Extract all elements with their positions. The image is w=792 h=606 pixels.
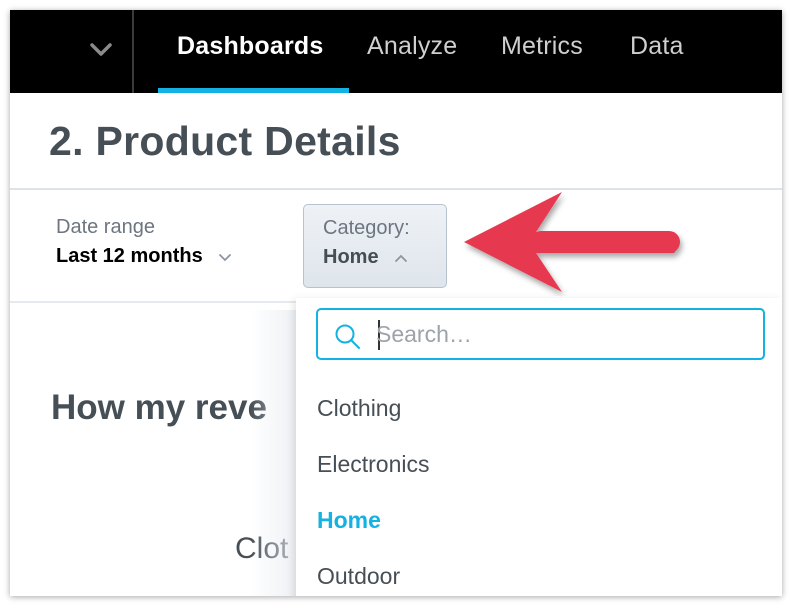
search-input[interactable] xyxy=(376,318,746,350)
widget-title: How my reve xyxy=(51,388,267,427)
search-icon xyxy=(335,324,360,349)
nav-tab-data[interactable]: Data xyxy=(630,32,684,61)
top-navigation-bar: Dashboards Analyze Metrics Data xyxy=(10,10,782,93)
date-range-filter[interactable]: Date range Last 12 months xyxy=(56,216,232,268)
option-electronics[interactable]: Electronics xyxy=(317,451,429,478)
option-home[interactable]: Home xyxy=(317,507,381,534)
nav-tab-analyze[interactable]: Analyze xyxy=(367,32,457,61)
category-value: Home xyxy=(323,246,379,268)
page-title: 2. Product Details xyxy=(49,118,401,164)
nav-tab-dashboards[interactable]: Dashboards xyxy=(177,32,323,61)
date-range-value: Last 12 months xyxy=(56,245,203,267)
app-window: Dashboards Analyze Metrics Data 2. Produ… xyxy=(10,10,782,596)
search-field[interactable] xyxy=(316,308,765,360)
chevron-down-icon xyxy=(90,43,112,56)
category-filter-button[interactable]: Category: Home xyxy=(303,204,447,288)
category-dropdown: Clothing Electronics Home Outdoor xyxy=(296,298,782,596)
nav-tab-metrics[interactable]: Metrics xyxy=(501,32,583,61)
chevron-up-icon xyxy=(394,246,408,269)
date-range-label: Date range xyxy=(56,216,155,238)
option-clothing[interactable]: Clothing xyxy=(317,395,401,422)
menu-toggle-button[interactable] xyxy=(10,10,134,93)
chevron-down-icon xyxy=(218,245,232,268)
active-tab-indicator xyxy=(158,88,349,93)
option-outdoor[interactable]: Outdoor xyxy=(317,563,400,590)
annotation-arrow-icon xyxy=(464,192,680,292)
category-label: Category: xyxy=(323,217,410,239)
